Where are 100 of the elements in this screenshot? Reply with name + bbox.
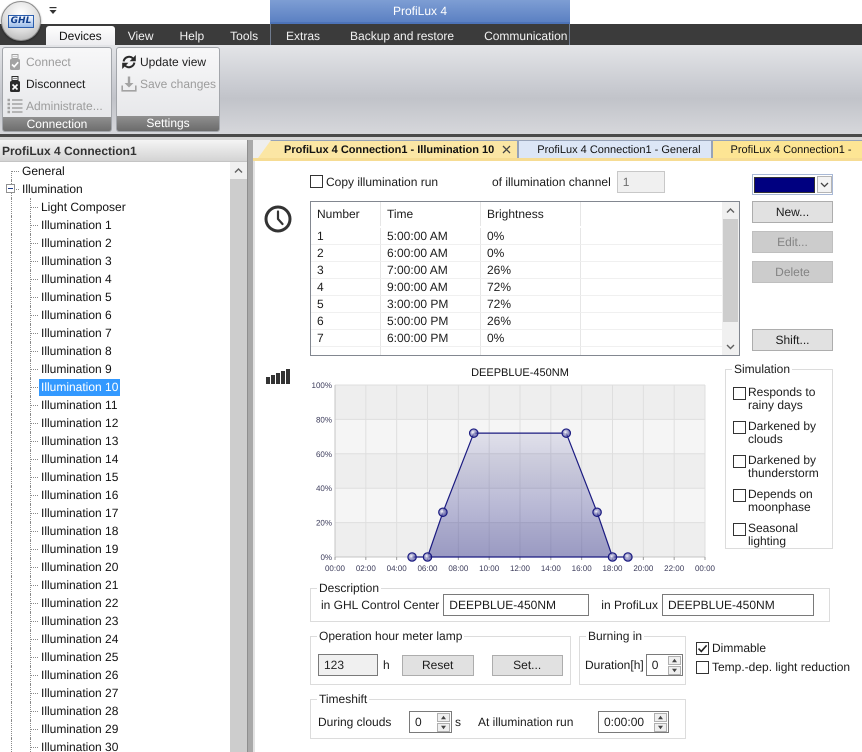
tree-item[interactable]: Illumination 7 (39, 324, 114, 342)
tree-item[interactable]: Illumination 5 (39, 288, 114, 306)
tree-item[interactable]: Illumination 21 (39, 576, 120, 594)
data-point[interactable] (561, 428, 572, 438)
field-label: Duration[h] (585, 658, 644, 672)
tree-item[interactable]: Illumination 26 (39, 666, 120, 684)
tree-item[interactable]: Illumination 14 (39, 450, 120, 468)
data-point[interactable] (608, 552, 618, 562)
tree-item[interactable]: Illumination 9 (39, 360, 114, 378)
chevron-down-icon[interactable] (817, 176, 832, 193)
tree-item[interactable]: Light Composer (39, 198, 128, 216)
checkbox-label[interactable]: Darkened by thunderstorm (748, 454, 832, 480)
checkbox[interactable] (310, 175, 323, 188)
scrollbar-thumb[interactable] (723, 219, 738, 322)
table-cell: 6:00:00 AM (381, 245, 481, 262)
color-dropdown[interactable] (752, 174, 833, 195)
shift-button[interactable]: Shift... (752, 329, 833, 351)
text-field[interactable]: DEEPBLUE-450NM (443, 594, 590, 616)
disconnect-button[interactable]: Disconnect (7, 73, 86, 95)
tree-item[interactable]: Illumination 1 (39, 216, 114, 234)
collapse-icon[interactable] (6, 184, 15, 193)
document-tab[interactable]: ProfiLux 4 Connection1 - General (518, 140, 712, 158)
tree-item[interactable]: Illumination 20 (39, 558, 120, 576)
checkbox-label[interactable]: Depends on moonphase (748, 488, 832, 514)
tree-item[interactable]: Illumination 30 (39, 738, 120, 752)
tree-item[interactable]: Illumination 29 (39, 720, 120, 738)
checkbox[interactable] (733, 387, 746, 400)
triangle-up-icon[interactable] (654, 712, 667, 722)
ribbon-tab[interactable]: View (114, 26, 166, 45)
data-point[interactable] (422, 552, 432, 562)
table-cell: 4 (311, 279, 381, 296)
tree-item[interactable]: Illumination 28 (39, 702, 120, 720)
column-header[interactable]: Brightness (481, 202, 581, 226)
checkbox[interactable] (696, 642, 709, 654)
text-field[interactable]: DEEPBLUE-450NM (662, 594, 814, 616)
triangle-up-icon[interactable] (437, 712, 450, 722)
tree-item[interactable]: Illumination 19 (39, 540, 120, 558)
ribbon-tab[interactable]: Backup and restore (335, 26, 470, 45)
document-tab[interactable]: ProfiLux 4 Connection1 - (712, 140, 862, 158)
checkmark-icon (697, 642, 708, 654)
checkbox-label[interactable]: Darkened by clouds (748, 420, 832, 446)
tree-item[interactable]: Illumination 25 (39, 648, 120, 666)
data-point[interactable] (438, 507, 448, 518)
ribbon-tab[interactable]: Extras (271, 26, 336, 45)
document-tab[interactable]: ProfiLux 4 Connection1 - Illumination 10 (258, 140, 518, 158)
contextual-tab-header: ProfiLux 4 (270, 0, 570, 24)
data-point[interactable] (468, 428, 479, 438)
tree-item[interactable]: Illumination 2 (39, 234, 114, 252)
data-point[interactable] (407, 552, 417, 562)
checkbox[interactable] (733, 489, 746, 502)
checkbox[interactable] (696, 660, 709, 674)
checkbox-label[interactable]: Seasonal lighting (748, 522, 832, 548)
y-tick-label: 80% (316, 415, 332, 424)
tree-item[interactable]: Illumination 27 (39, 684, 120, 702)
app-logo-button[interactable]: GHL (1, 1, 41, 41)
tree-item[interactable]: Illumination 6 (39, 306, 114, 324)
triangle-down-icon[interactable] (437, 722, 450, 732)
spin-box[interactable]: 0 (409, 711, 452, 733)
tree-item[interactable]: General (20, 162, 67, 180)
data-point[interactable] (592, 507, 602, 518)
checkbox[interactable] (733, 421, 746, 434)
ribbon-tab[interactable]: Tools (217, 26, 272, 45)
tree-item[interactable]: Illumination 16 (39, 486, 120, 504)
tree-item[interactable]: Illumination 11 (39, 396, 120, 414)
tree-item[interactable]: Illumination 8 (39, 342, 114, 360)
checkbox-label[interactable]: Temp.-dep. light reduction (712, 660, 850, 674)
data-point[interactable] (623, 552, 633, 562)
usb-stick-x-icon (7, 76, 23, 92)
chart-title: DEEPBLUE-450NM (471, 367, 569, 379)
column-header[interactable]: Number (311, 202, 381, 226)
tree-item[interactable]: Illumination 15 (39, 468, 120, 486)
triangle-up-icon[interactable] (668, 656, 681, 664)
dropdown-arrow-icon[interactable] (49, 7, 57, 15)
checkbox[interactable] (733, 523, 746, 536)
tree-item[interactable]: Illumination 24 (39, 630, 120, 648)
close-icon[interactable] (502, 145, 512, 154)
new-button[interactable]: New... (752, 201, 833, 223)
tree-item[interactable]: Illumination 18 (39, 522, 120, 540)
tree-item[interactable]: Illumination 17 (39, 504, 120, 522)
bar-chart-icon (266, 368, 290, 384)
spin-box[interactable]: 0 (646, 654, 683, 676)
checkbox[interactable] (733, 455, 746, 468)
ribbon-tab[interactable]: Help (166, 26, 218, 45)
tree-item[interactable]: Illumination 23 (39, 612, 120, 630)
checkbox-label[interactable]: Responds to rainy days (748, 386, 832, 412)
spin-box[interactable]: 0:00:00 (598, 711, 669, 733)
tree-item[interactable]: Illumination 3 (39, 252, 114, 270)
update-view-button[interactable]: Update view (121, 51, 206, 73)
tree-item[interactable]: Illumination 13 (39, 432, 120, 450)
checkbox-label[interactable]: Dimmable (712, 641, 766, 655)
tree-item[interactable]: Illumination 12 (39, 414, 120, 432)
column-header[interactable]: Time (381, 202, 481, 226)
triangle-down-icon[interactable] (668, 666, 681, 674)
checkbox-label[interactable]: Copy illumination run (326, 174, 438, 188)
tree-item[interactable]: Illumination (20, 180, 85, 198)
tree-item[interactable]: Illumination 22 (39, 594, 120, 612)
triangle-down-icon[interactable] (654, 722, 667, 732)
ribbon-tab[interactable]: Devices (46, 26, 115, 45)
ribbon-tab[interactable]: Communication (469, 26, 582, 45)
tree-item[interactable]: Illumination 4 (39, 270, 114, 288)
